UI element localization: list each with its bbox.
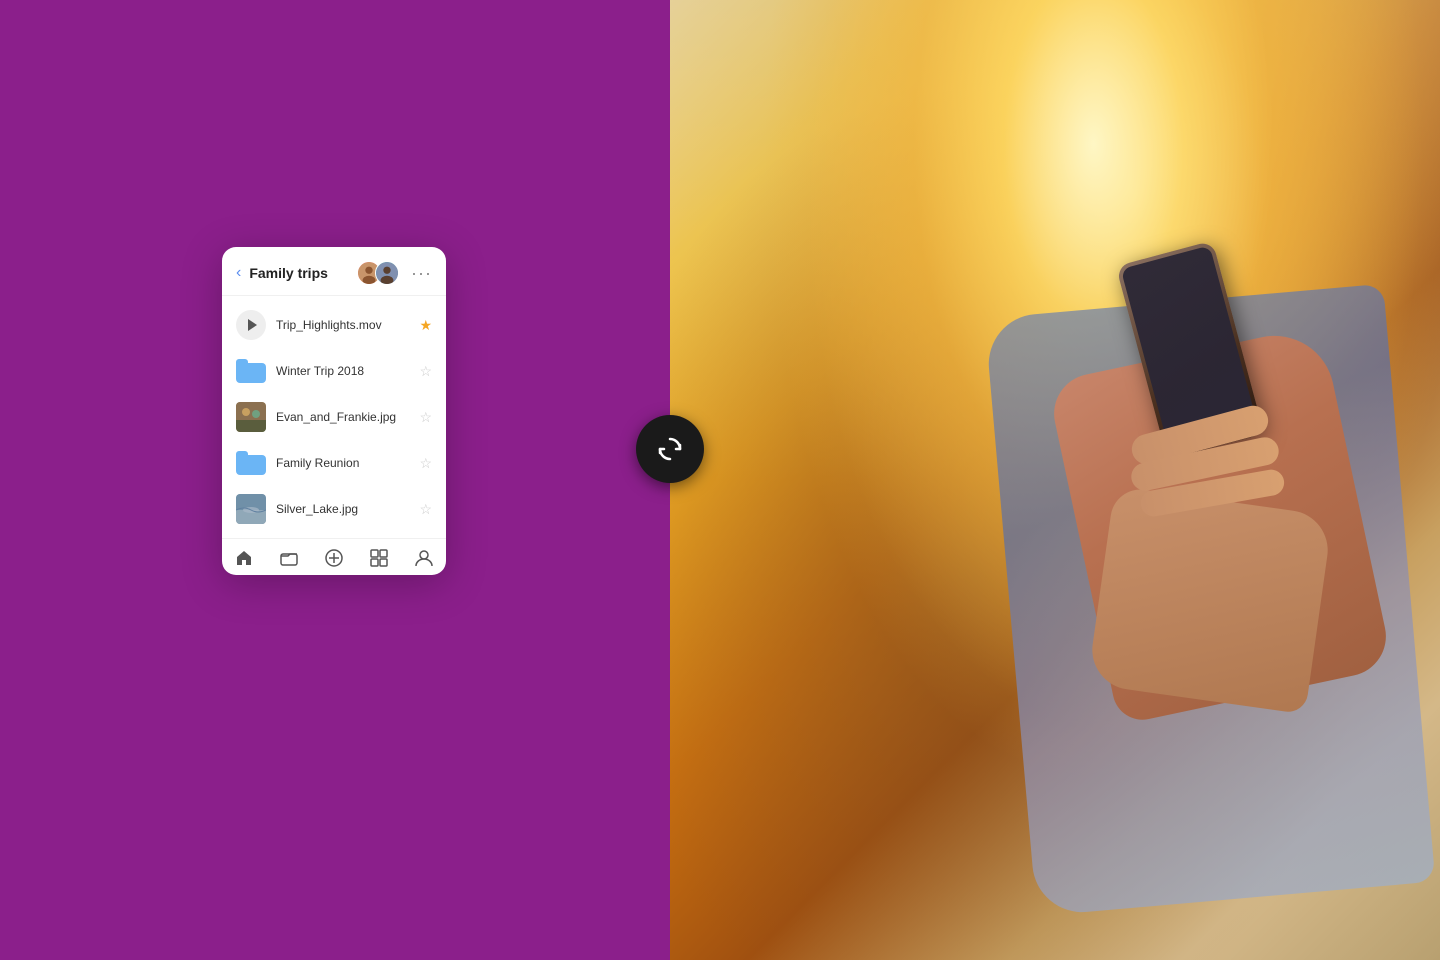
nav-gallery-button[interactable] — [356, 549, 401, 567]
avatar-2 — [375, 261, 399, 285]
folder-title: Family trips — [249, 265, 351, 281]
right-panel — [670, 0, 1440, 960]
more-button[interactable]: ··· — [411, 263, 432, 284]
video-icon — [236, 310, 266, 340]
star-icon[interactable]: ☆ — [419, 501, 432, 518]
left-panel: ‹ Family trips — [0, 0, 670, 960]
file-name: Family Reunion — [276, 456, 409, 470]
list-item[interactable]: Silver_Lake.jpg ☆ — [222, 486, 446, 532]
list-item[interactable]: Winter Trip 2018 ☆ — [222, 348, 446, 394]
image-icon — [236, 494, 266, 524]
list-item[interactable]: Evan_and_Frankie.jpg ☆ — [222, 394, 446, 440]
list-item[interactable]: Trip_Highlights.mov ★ — [222, 302, 446, 348]
image-icon — [236, 402, 266, 432]
star-icon[interactable]: ☆ — [419, 409, 432, 426]
back-button[interactable]: ‹ — [236, 264, 241, 282]
star-icon[interactable]: ☆ — [419, 363, 432, 380]
list-item[interactable]: Family Reunion ☆ — [222, 440, 446, 486]
file-manager-card: ‹ Family trips — [222, 247, 446, 575]
card-header: ‹ Family trips — [222, 247, 446, 296]
add-icon — [325, 549, 343, 567]
file-name: Winter Trip 2018 — [276, 364, 409, 378]
folders-icon — [280, 549, 298, 567]
sync-icon — [655, 434, 685, 464]
file-name: Trip_Highlights.mov — [276, 318, 409, 332]
nav-add-button[interactable] — [312, 549, 357, 567]
folder-icon — [236, 448, 266, 478]
nav-profile-button[interactable] — [401, 549, 446, 567]
file-name: Evan_and_Frankie.jpg — [276, 410, 409, 424]
file-list: Trip_Highlights.mov ★ Winter Trip 2018 ☆ — [222, 296, 446, 538]
nav-folder-button[interactable] — [267, 549, 312, 567]
star-icon[interactable]: ★ — [419, 317, 432, 334]
home-icon — [235, 549, 253, 567]
profile-icon — [415, 549, 433, 567]
avatar-group — [357, 261, 399, 285]
folder-icon — [236, 356, 266, 386]
star-icon[interactable]: ☆ — [419, 455, 432, 472]
nav-home-button[interactable] — [222, 549, 267, 567]
file-name: Silver_Lake.jpg — [276, 502, 409, 516]
gallery-icon — [370, 549, 388, 567]
bottom-nav — [222, 538, 446, 575]
sync-button[interactable] — [636, 415, 704, 483]
